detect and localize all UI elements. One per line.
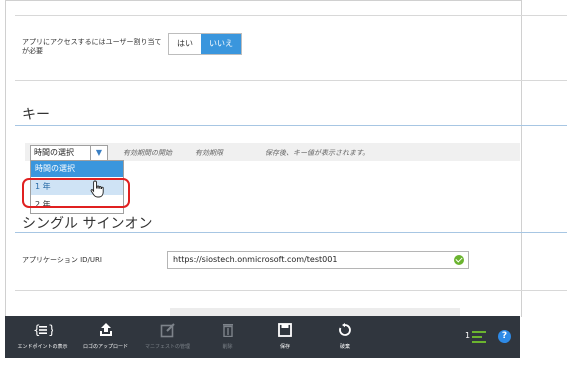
save-label: 保存 <box>279 344 290 350</box>
manage-manifest-button[interactable]: マニフェストの管理 <box>140 316 195 358</box>
divider-1 <box>15 80 567 81</box>
discard-button[interactable]: 破棄 <box>325 316 365 358</box>
col-value: 保存後、キー値が表示されます。 <box>265 149 370 157</box>
save-icon <box>278 323 292 337</box>
divider-top <box>15 15 567 16</box>
app-id-value: https://siostech.onmicrosoft.com/test001 <box>173 255 338 264</box>
keys-divider <box>15 125 567 126</box>
upload-icon <box>99 323 112 336</box>
sso-title: シングル サインオン <box>22 216 153 232</box>
svg-text:}: } <box>48 323 53 337</box>
duration-select-value: 時間の選択 <box>34 148 74 157</box>
duration-select[interactable]: 時間の選択 ▼ <box>30 145 108 161</box>
edit-icon <box>160 323 175 338</box>
app-id-label: アプリケーション ID/URI <box>22 256 102 264</box>
user-assignment-toggle[interactable]: はい いいえ <box>168 33 242 55</box>
endpoints-label: エンドポイントの表示 <box>17 344 68 350</box>
dropdown-option-select-time[interactable]: 時間の選択 <box>31 161 123 177</box>
toggle-yes[interactable]: はい <box>169 34 201 54</box>
activity-list-icon[interactable] <box>472 331 486 343</box>
sso-divider <box>15 232 567 233</box>
save-button[interactable]: 保存 <box>265 316 305 358</box>
col-start: 有効期間の開始 <box>123 149 172 157</box>
hidden-field <box>170 308 460 316</box>
app-id-input[interactable]: https://siostech.onmicrosoft.com/test001 <box>167 251 469 269</box>
chevron-down-icon[interactable]: ▼ <box>90 146 107 160</box>
help-icon[interactable]: ? <box>498 330 511 343</box>
delete-label: 削除 <box>222 344 233 350</box>
keys-title: キー <box>22 107 50 123</box>
undo-icon <box>339 323 351 336</box>
highlight-box <box>22 178 130 208</box>
upload-logo-label: ロゴのアップロード <box>82 344 128 350</box>
delete-button[interactable]: 削除 <box>205 316 250 358</box>
user-assignment-label: アプリにアクセスするにはユーザー割り当てが必要 <box>22 38 162 55</box>
divider-bottom <box>15 290 567 291</box>
upload-logo-button[interactable]: ロゴのアップロード <box>78 316 133 358</box>
activity-count: 1 <box>465 331 471 340</box>
check-icon <box>454 255 464 265</box>
trash-icon <box>222 324 233 337</box>
col-expire: 有効期限 <box>195 149 223 157</box>
toggle-no[interactable]: いいえ <box>201 34 241 54</box>
manage-manifest-label: マニフェストの管理 <box>144 344 190 350</box>
view-endpoints-button[interactable]: {} エンドポイントの表示 <box>15 316 70 358</box>
hand-cursor-icon <box>90 180 104 198</box>
endpoints-icon: {} <box>33 323 53 337</box>
discard-label: 破棄 <box>339 344 350 350</box>
